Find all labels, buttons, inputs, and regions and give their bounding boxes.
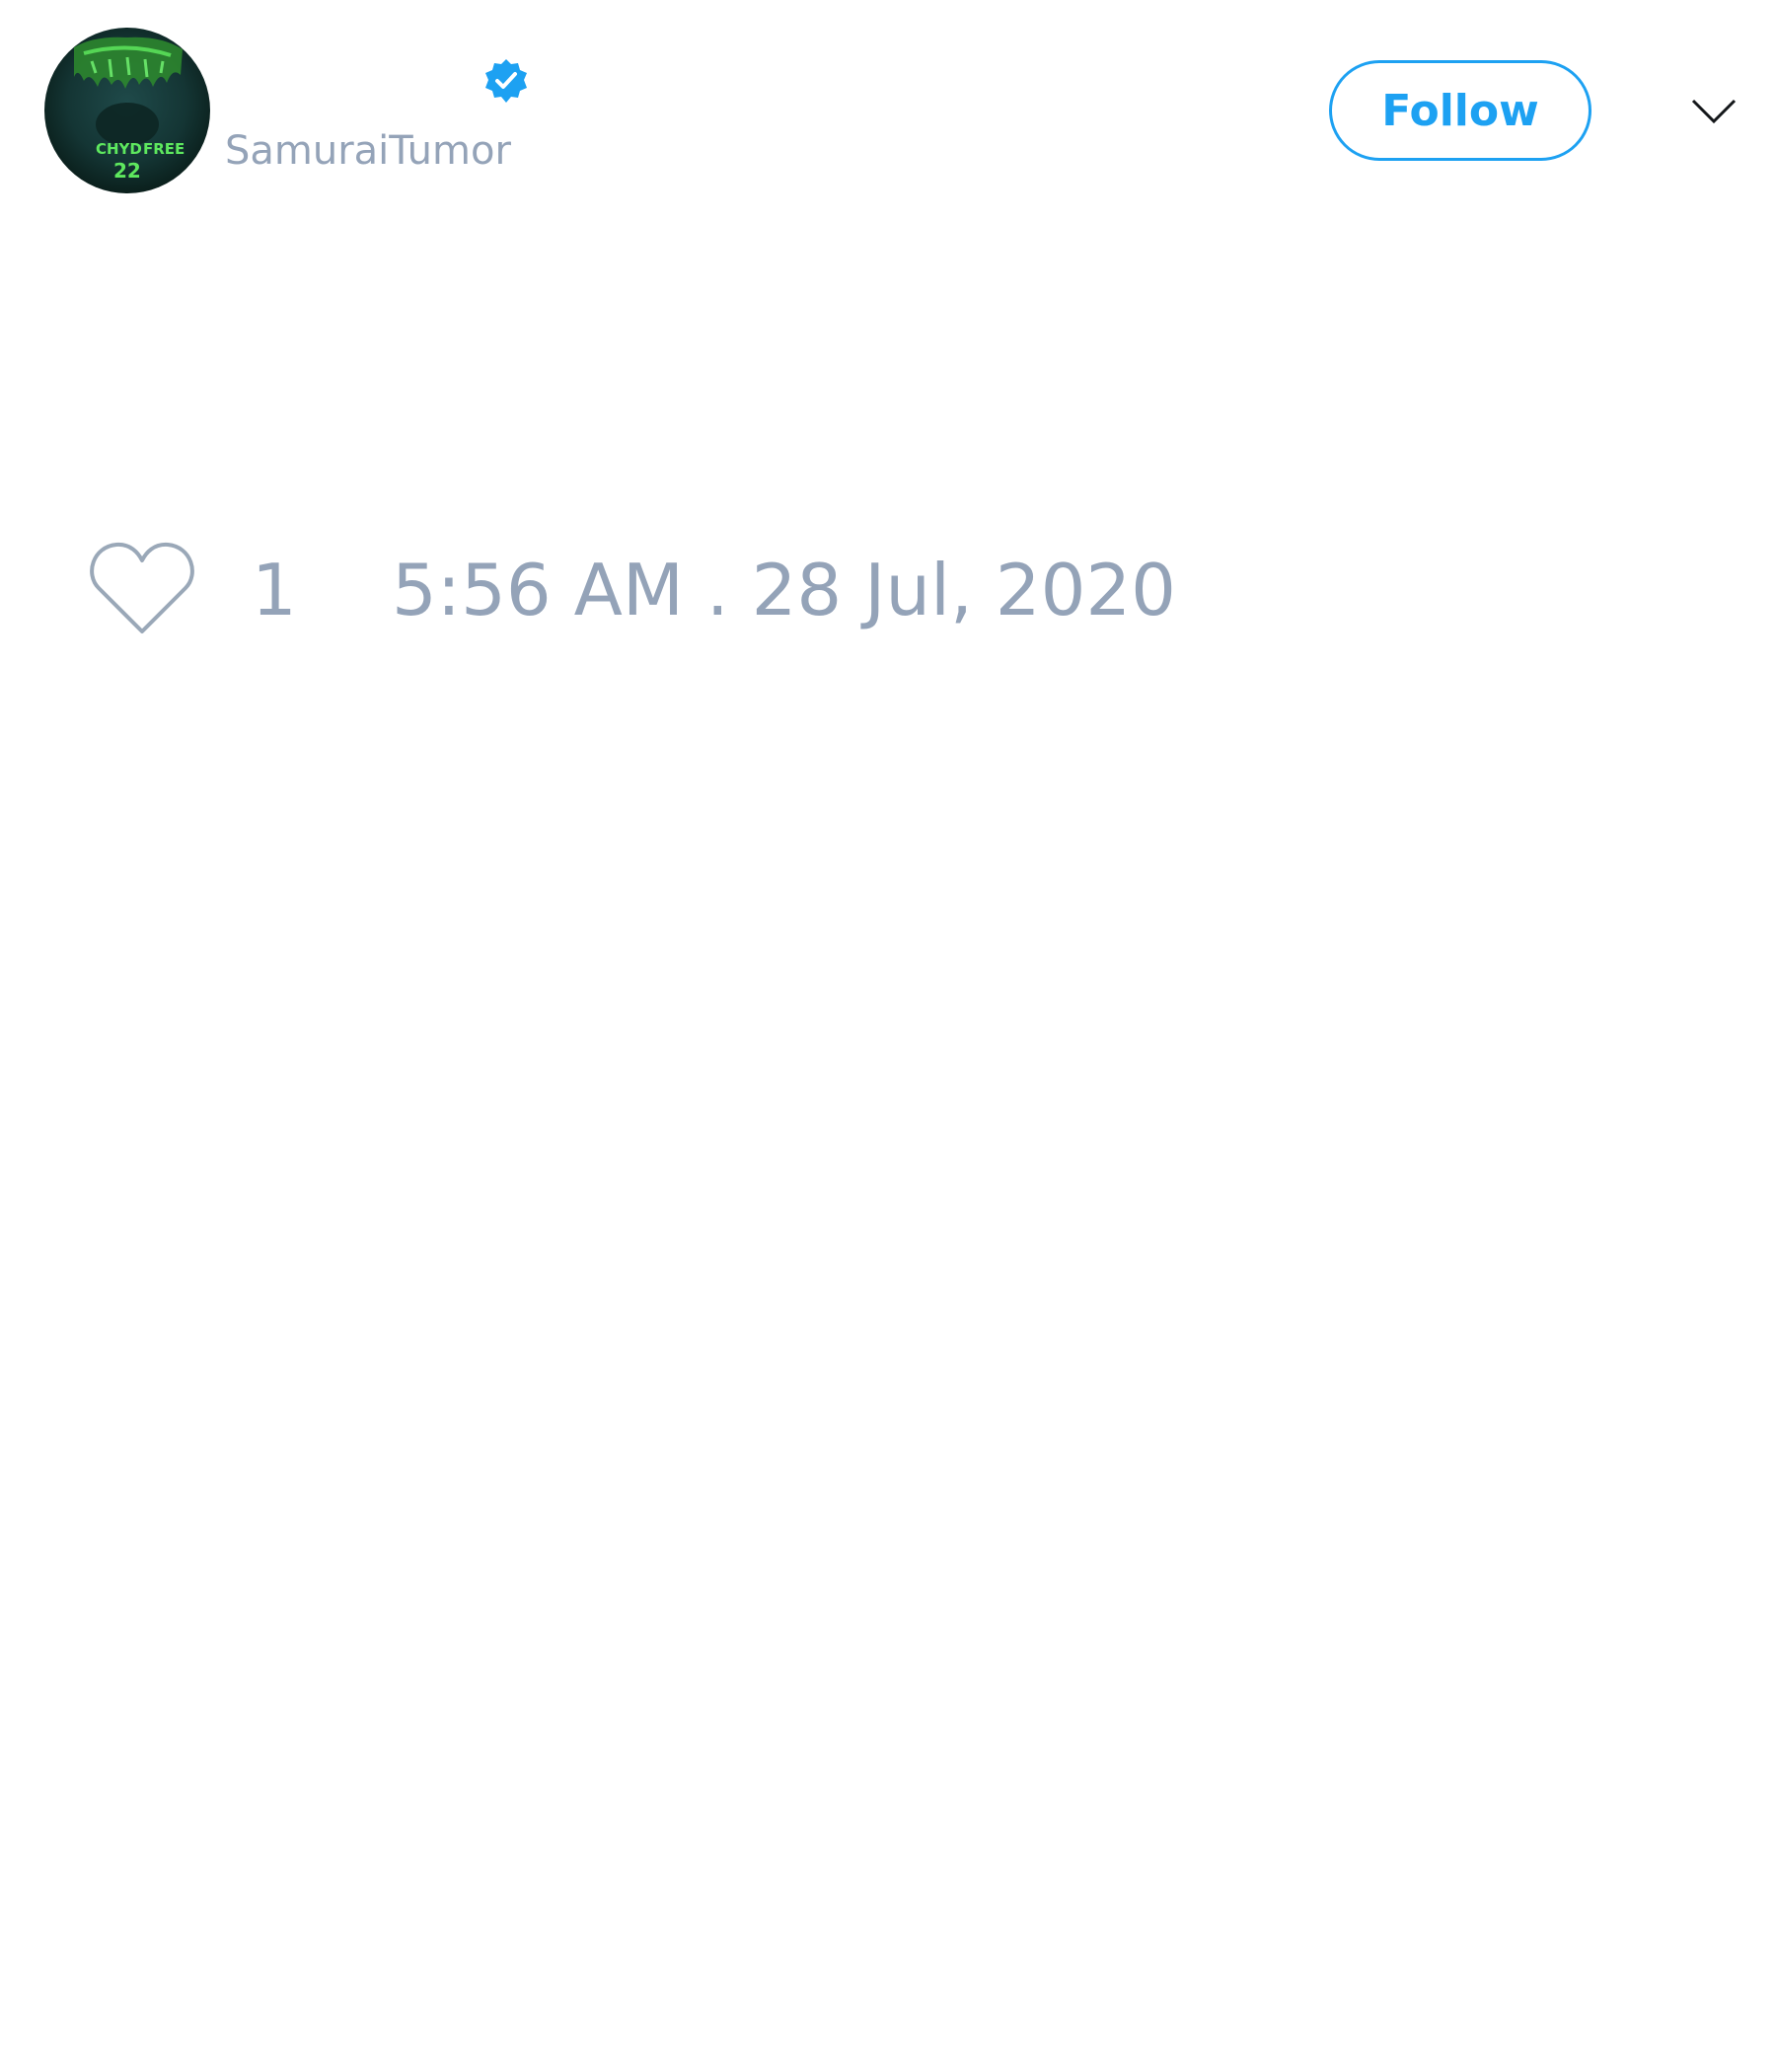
- tweet-menu-button[interactable]: [1689, 87, 1739, 136]
- like-count: 1: [252, 549, 297, 631]
- chevron-down-icon: [1691, 99, 1737, 124]
- tweet-timestamp[interactable]: 5:56 AM . 28 Jul, 2020: [392, 549, 1176, 631]
- avatar-image: CHYD FREE 22: [44, 28, 210, 193]
- user-handle[interactable]: SamuraiTumor: [225, 126, 511, 176]
- avatar[interactable]: CHYD FREE 22: [44, 28, 210, 193]
- avatar-text-2: FREE: [143, 140, 185, 158]
- tweet-card: CHYD FREE 22 SamuraiTumor Follow 1 5:56 …: [0, 0, 1776, 2072]
- follow-button[interactable]: Follow: [1329, 60, 1591, 161]
- verified-badge-icon: [485, 59, 527, 103]
- avatar-text-3: 22: [113, 159, 141, 183]
- avatar-text-1: CHYD: [96, 140, 142, 158]
- heart-icon[interactable]: [89, 541, 195, 635]
